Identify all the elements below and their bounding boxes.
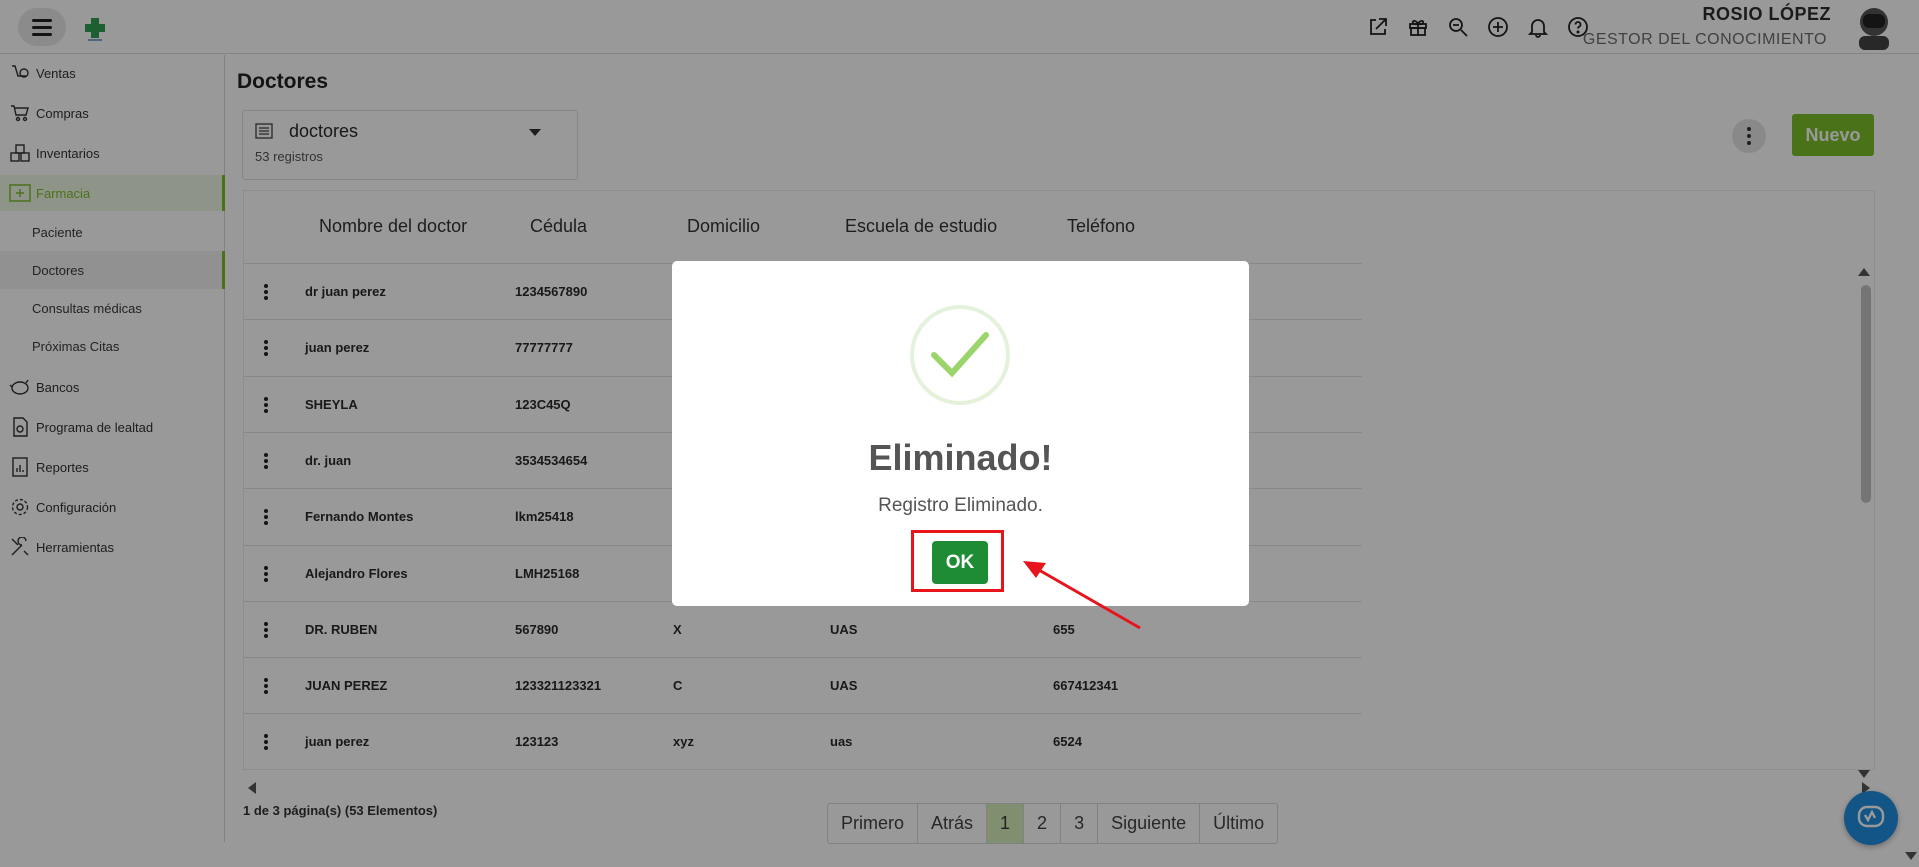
dialog-title: Eliminado! xyxy=(868,437,1053,478)
annotation-highlight-box xyxy=(911,530,1004,592)
success-check-icon xyxy=(910,305,1010,405)
dialog-message: Registro Eliminado. xyxy=(878,495,1043,516)
